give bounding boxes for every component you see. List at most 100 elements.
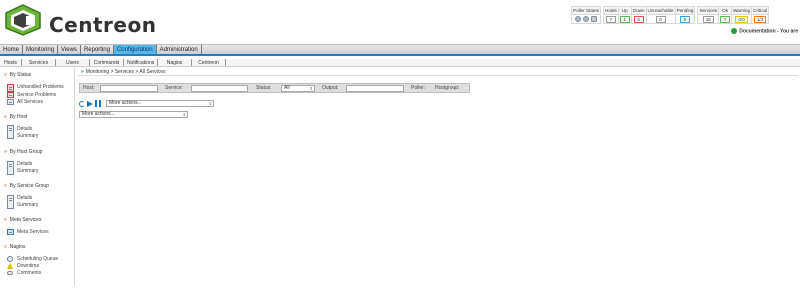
sidebar-section-by-status[interactable]: » By Status xyxy=(4,72,31,78)
down-count-cell[interactable]: 6 xyxy=(630,14,647,24)
more-actions-bottom-label: More actions... xyxy=(82,111,115,117)
sidebar-item-host-details[interactable]: Details xyxy=(17,126,32,132)
status-header-down: Down xyxy=(630,6,647,15)
warning-count-cell[interactable]: 0/0 xyxy=(731,14,753,24)
select-caret-icon: ⇕ xyxy=(208,101,212,106)
documentation-text: Documentation - You are xyxy=(739,28,798,35)
services-count-cell[interactable]: 18 xyxy=(697,14,720,24)
expand-arrow-icon: » xyxy=(4,72,7,78)
hosts-count-cell[interactable]: 7 xyxy=(603,14,619,24)
status-header-up: Up xyxy=(617,6,632,15)
up-count[interactable]: 1 xyxy=(619,15,630,23)
service-filter-input[interactable] xyxy=(191,85,248,92)
sidebar-item-unhandled-problems[interactable]: Unhandled Problems xyxy=(17,84,64,90)
hostgroup-details-icon xyxy=(7,161,14,175)
sidebar-item-service-problems[interactable]: Service Problems xyxy=(17,92,56,98)
host-filter-label: Host: xyxy=(83,85,95,91)
breadcrumb-arrow-icon: » xyxy=(81,69,84,75)
expand-arrow-icon: » xyxy=(4,217,7,223)
output-filter-label: Output: xyxy=(322,85,339,91)
pause-icon[interactable] xyxy=(95,100,101,107)
down-count[interactable]: 6 xyxy=(633,15,644,23)
poller-latency-icon[interactable] xyxy=(583,16,590,22)
host-filter-input[interactable] xyxy=(100,85,158,92)
sidebar-item-comments[interactable]: Comments xyxy=(17,270,41,276)
sidebar-item-meta-services[interactable]: Meta Services xyxy=(17,229,49,235)
sidebar-item-scheduling-queue[interactable]: Scheduling Queue xyxy=(17,256,58,262)
expand-arrow-icon: » xyxy=(4,183,7,189)
critical-count-cell[interactable]: 1/3 xyxy=(751,14,770,24)
pending-count-cell[interactable]: 0 xyxy=(674,14,696,24)
documentation-link[interactable]: Documentation - You are xyxy=(731,28,798,34)
status-header-poller-states: Poller States xyxy=(570,6,602,15)
expand-arrow-icon: » xyxy=(4,149,7,155)
subtab-users[interactable]: Users xyxy=(56,59,90,66)
unreachable-count[interactable]: 0 xyxy=(655,15,666,23)
all-services-icon xyxy=(7,99,14,105)
status-header-unreachable: Unreachable xyxy=(645,6,676,15)
poller-running-icon[interactable] xyxy=(591,16,598,22)
meta-services-icon xyxy=(7,229,14,235)
tab-administration[interactable]: Administration xyxy=(157,45,202,54)
sidebar-item-servicegroup-details[interactable]: Details xyxy=(17,195,32,201)
subtab-hosts[interactable]: Hosts xyxy=(0,59,22,66)
sidebar-item-servicegroup-summary[interactable]: Summary xyxy=(17,202,38,208)
select-caret-icon: ⇕ xyxy=(182,112,186,117)
centreon-logo[interactable]: Centreon xyxy=(4,4,164,37)
unhandled-problems-icon xyxy=(7,84,14,92)
tab-home[interactable]: Home xyxy=(0,45,24,54)
sidebar-section-title: By Host Group xyxy=(9,149,43,155)
ok-count-cell[interactable]: 7 xyxy=(718,14,733,24)
sidebar-section-by-host[interactable]: » By Host xyxy=(4,114,27,120)
subtab-centreon[interactable]: Centreon xyxy=(192,59,226,66)
subtab-notifications[interactable]: Notifications xyxy=(124,59,158,66)
tab-configuration[interactable]: Configuration xyxy=(113,45,157,54)
ok-count[interactable]: 7 xyxy=(720,15,731,23)
sidebar-item-host-summary[interactable]: Summary xyxy=(17,133,38,139)
actions-toolbar: More actions... ⇕ xyxy=(79,99,219,109)
breadcrumb: » Monitoring > Services > All Services xyxy=(78,68,798,76)
refresh-icon[interactable] xyxy=(79,101,85,107)
warning-count[interactable]: 0/0 xyxy=(735,15,748,23)
more-actions-select-bottom[interactable]: More actions... ⇕ xyxy=(79,111,188,118)
subtab-commands[interactable]: Commands xyxy=(90,59,124,66)
sidebar-section-title: By Host xyxy=(9,114,28,120)
sidebar-section-by-host-group[interactable]: » By Host Group xyxy=(4,149,43,155)
sidebar-section-title: By Status xyxy=(9,72,32,78)
pending-count[interactable]: 0 xyxy=(680,15,691,23)
header: Centreon Poller States Hosts Up Down Unr… xyxy=(0,0,800,42)
sidebar-section-nagios[interactable]: » Nagios xyxy=(4,244,25,250)
sidebar-item-hostgroup-details[interactable]: Details xyxy=(17,161,32,167)
unreachable-count-cell[interactable]: 0 xyxy=(645,14,676,24)
tab-views[interactable]: Views xyxy=(58,45,81,54)
output-filter-input[interactable] xyxy=(346,85,404,92)
play-icon[interactable] xyxy=(87,101,93,107)
status-header-warning: Warning xyxy=(731,6,753,15)
breadcrumb-text[interactable]: Monitoring > Services > All Services xyxy=(86,69,166,75)
status-header-ok: Ok xyxy=(718,6,733,15)
filter-bar: Host: Service: Status: All ⇕ Output: Poll… xyxy=(79,83,470,93)
expand-arrow-icon: » xyxy=(4,114,7,120)
critical-count[interactable]: 1/3 xyxy=(753,15,767,23)
status-header-services: Services xyxy=(697,6,720,15)
more-actions-select-top[interactable]: More actions... ⇕ xyxy=(106,100,214,107)
sidebar-item-downtime[interactable]: Downtime xyxy=(17,263,39,269)
status-filter-value: All xyxy=(284,85,290,91)
sidebar-item-all-services[interactable]: All Services xyxy=(17,99,43,105)
status-filter-select[interactable]: All ⇕ xyxy=(281,85,315,92)
tab-reporting[interactable]: Reporting xyxy=(81,45,114,54)
sidebar-section-by-service-group[interactable]: » By Service Group xyxy=(4,183,49,189)
sidebar-section-meta-services[interactable]: » Meta Services xyxy=(4,217,41,223)
sidebar-section-title: Nagios xyxy=(9,244,26,250)
up-count-cell[interactable]: 1 xyxy=(617,14,632,24)
poller-states-cell xyxy=(570,14,602,24)
services-count[interactable]: 18 xyxy=(702,15,714,23)
sidebar-item-hostgroup-summary[interactable]: Summary xyxy=(17,168,38,174)
sidebar: » By Status Unhandled Problems Service Pr… xyxy=(1,68,75,286)
subtab-services[interactable]: Services xyxy=(22,59,56,66)
host-details-icon xyxy=(7,125,14,139)
tab-monitoring[interactable]: Monitoring xyxy=(23,45,59,54)
hosts-count[interactable]: 7 xyxy=(605,15,616,23)
poller-database-icon[interactable] xyxy=(575,16,582,22)
subtab-nagios[interactable]: Nagios xyxy=(158,59,192,66)
